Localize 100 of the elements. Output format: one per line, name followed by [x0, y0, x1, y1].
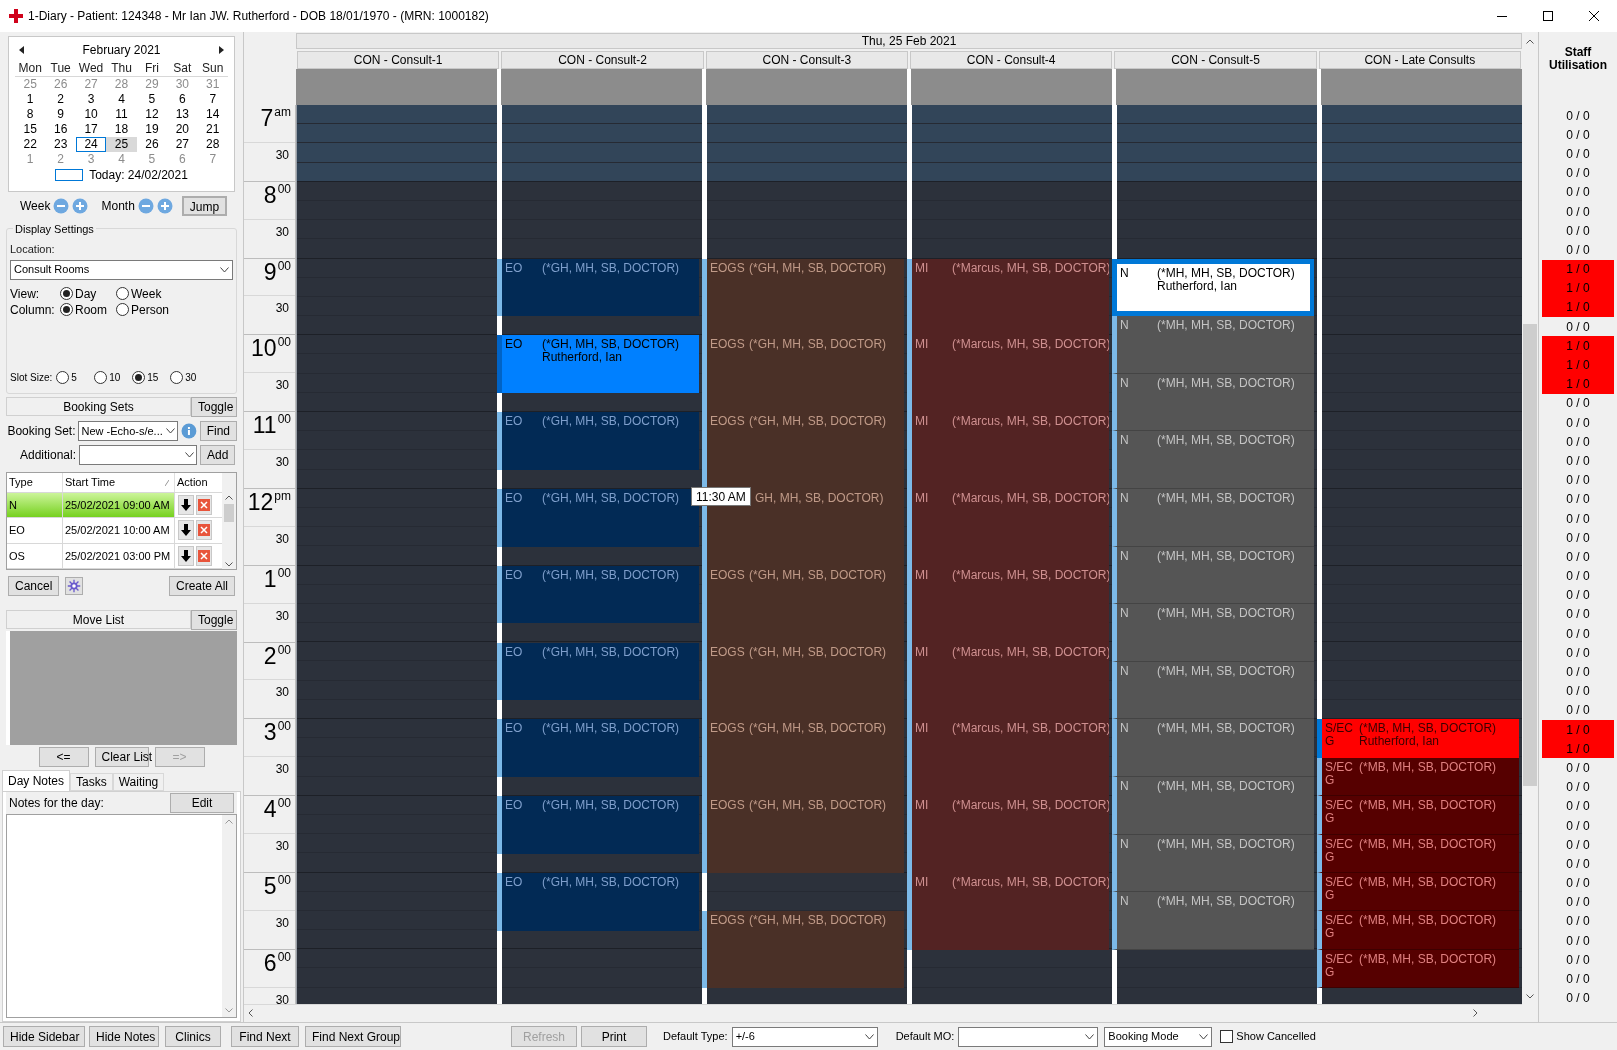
calendar-day[interactable]: 1 — [15, 92, 46, 107]
calendar-day[interactable]: 22 — [15, 137, 46, 152]
location-dropdown[interactable]: Consult Rooms — [10, 259, 233, 280]
appointment-block[interactable]: N (*MH, MH, SB, DOCTOR) — [1112, 834, 1314, 893]
minimize-icon[interactable] — [1497, 15, 1507, 17]
additional-dropdown[interactable] — [79, 445, 197, 465]
radio-label[interactable]: Week — [131, 284, 162, 303]
radio-button[interactable] — [56, 370, 70, 384]
checkbox[interactable] — [1220, 1030, 1234, 1043]
toolbar-button[interactable]: Hide Notes — [89, 1026, 159, 1047]
appointment-block[interactable]: S/ECG (*MB, MH, SB, DOCTOR) — [1317, 834, 1519, 873]
edit-button[interactable]: Edit — [170, 793, 234, 813]
calendar-day[interactable]: 20 — [167, 122, 198, 137]
dropdown-chevron-icon[interactable] — [185, 452, 194, 458]
table-cell[interactable]: 25/02/2021 03:00 PM — [63, 543, 175, 568]
appointment-block[interactable]: EO (*GH, MH, SB, DOCTOR) — [497, 873, 699, 931]
delete-icon[interactable] — [196, 520, 212, 541]
calendar-day[interactable]: 25 — [15, 77, 46, 92]
calendar-day[interactable]: 10 — [75, 107, 107, 122]
calendar-day[interactable]: 11 — [106, 107, 137, 122]
calendar-day[interactable]: 9 — [45, 107, 76, 122]
column-header[interactable]: CON - Consult-2 — [501, 51, 704, 69]
appointment-block[interactable]: MI (*Marcus, MH, SB, DOCTOR) — [907, 258, 1109, 336]
appointment-block[interactable]: EO (*GH, MH, SB, DOCTOR) — [497, 565, 699, 624]
today-label[interactable]: Today: 24/02/2021 — [89, 166, 188, 184]
previous-month-icon[interactable] — [19, 46, 24, 54]
appointment-block[interactable]: EO (*GH, MH, SB, DOCTOR) — [497, 258, 699, 317]
calendar-day[interactable]: 31 — [197, 77, 228, 92]
table-cell[interactable]: 25/02/2021 10:00 AM — [63, 518, 175, 543]
scroll-up-icon[interactable] — [1526, 39, 1534, 44]
column-header[interactable]: CON - Consult-4 — [910, 51, 1113, 69]
calendar-day[interactable]: 13 — [167, 107, 198, 122]
appointment-block[interactable]: EO (*GH, MH, SB, DOCTOR) — [497, 412, 699, 470]
add-button[interactable]: Add — [200, 445, 236, 465]
appointment-block[interactable]: N (*MH, MH, SB, DOCTOR) Rutherford, Ian — [1112, 258, 1314, 317]
appointment-block[interactable]: MI (*Marcus, MH, SB, DOCTOR) — [907, 565, 1109, 643]
tab[interactable]: Waiting — [112, 773, 165, 791]
appointment-block[interactable]: S/ECG (*MB, MH, SB, DOCTOR) — [1317, 911, 1519, 950]
column-header[interactable]: CON - Consult-1 — [297, 51, 500, 69]
radio-label[interactable]: 5 — [71, 369, 77, 385]
table-cell[interactable]: N — [7, 492, 63, 518]
radio-button[interactable] — [60, 303, 73, 316]
calendar-day[interactable]: 17 — [75, 122, 107, 137]
radio-button[interactable] — [132, 370, 146, 384]
calendar-day[interactable]: 6 — [167, 92, 198, 107]
radio-label[interactable]: Room — [75, 300, 107, 319]
calendar-day[interactable]: 5 — [136, 152, 168, 167]
column-header[interactable]: CON - Consult-3 — [705, 51, 908, 69]
calendar-day[interactable]: 18 — [106, 122, 137, 137]
dropdown-chevron-icon[interactable] — [1199, 1033, 1209, 1040]
calendar-day[interactable]: 28 — [106, 77, 137, 92]
calendar-day[interactable]: 26 — [136, 137, 168, 152]
appointment-block[interactable]: N (*MH, MH, SB, DOCTOR) — [1112, 373, 1314, 432]
info-icon[interactable] — [180, 423, 197, 439]
calendar-day[interactable]: 4 — [106, 92, 137, 107]
calendar-day[interactable]: 2 — [45, 152, 76, 167]
radio-label[interactable]: 10 — [109, 369, 121, 385]
appointment-block[interactable]: S/ECG (*MB, MH, SB, DOCTOR) — [1317, 873, 1519, 912]
checkbox-label[interactable]: Show Cancelled — [1236, 1028, 1316, 1045]
toolbar-button[interactable]: Find Next Group — [305, 1026, 401, 1047]
scrollbar-thumb[interactable] — [224, 504, 234, 522]
radio-label[interactable]: Person — [131, 300, 170, 319]
horizontal-scrollbar[interactable] — [244, 1004, 1522, 1020]
radio-button[interactable] — [60, 287, 73, 300]
tab[interactable]: Tasks — [70, 773, 113, 791]
calendar-day[interactable]: 19 — [136, 122, 168, 137]
toolbar-button[interactable]: Find Next — [231, 1026, 299, 1047]
appointment-block[interactable]: N (*MH, MH, SB, DOCTOR) — [1112, 489, 1314, 547]
calendar-day[interactable]: 7 — [197, 92, 228, 107]
mode-dropdown[interactable]: Booking Mode — [1104, 1026, 1213, 1047]
appointment-block[interactable]: N (*MH, MH, SB, DOCTOR) — [1112, 892, 1314, 950]
delete-icon[interactable] — [196, 494, 212, 515]
scrollbar-thumb[interactable] — [1523, 324, 1537, 786]
booking-set-dropdown[interactable]: New -Echo-s/e... — [78, 421, 178, 441]
appointment-block[interactable]: S/ECG (*MB, MH, SB, DOCTOR) — [1317, 796, 1519, 835]
delete-icon[interactable] — [196, 545, 212, 566]
dropdown-chevron-icon[interactable] — [864, 1033, 874, 1040]
radio-label[interactable]: 30 — [185, 369, 197, 385]
appointment-block[interactable]: EOGS (*GH, MH, SB, DOCTOR) — [702, 719, 904, 797]
appointment-block[interactable]: EO (*GH, MH, SB, DOCTOR) Rutherford, Ian — [497, 335, 699, 393]
calendar-day[interactable]: 24 — [75, 137, 107, 152]
tab[interactable]: Day Notes — [2, 770, 71, 791]
calendar-day[interactable]: 30 — [167, 77, 198, 92]
appointment-block[interactable]: EOGS (*GH, MH, SB, DOCTOR) — [702, 565, 904, 643]
column-header[interactable]: CON - Late Consults — [1318, 51, 1521, 69]
appointment-block[interactable]: EO (*GH, MH, SB, DOCTOR) — [497, 796, 699, 854]
appointment-block[interactable]: N (*MH, MH, SB, DOCTOR) — [1112, 719, 1314, 777]
appointment-block[interactable]: EOGS (*GH, MH, SB, DOCTOR) — [702, 258, 904, 336]
appointment-block[interactable]: S/ECG (*MB, MH, SB, DOCTOR) — [1317, 757, 1519, 797]
appointment-block[interactable]: MI (*Marcus, MH, SB, DOCTOR) — [907, 719, 1109, 797]
calendar-day[interactable]: 12 — [136, 107, 168, 122]
appointment-block[interactable]: N (*MH, MH, SB, DOCTOR) — [1112, 661, 1314, 720]
move-list-button[interactable]: <= — [38, 747, 89, 767]
scroll-up-icon[interactable] — [225, 495, 233, 500]
calendar-day[interactable]: 23 — [45, 137, 76, 152]
default-mo-dropdown[interactable] — [958, 1026, 1099, 1047]
appointment-block[interactable]: EOGS (*GH, MH, SB, DOCTOR) — [702, 412, 904, 489]
radio-label[interactable]: 15 — [147, 369, 159, 385]
calendar-day[interactable]: 3 — [75, 152, 107, 167]
appointment-block[interactable]: EOGS (*GH, MH, SB, DOCTOR) — [702, 335, 904, 413]
